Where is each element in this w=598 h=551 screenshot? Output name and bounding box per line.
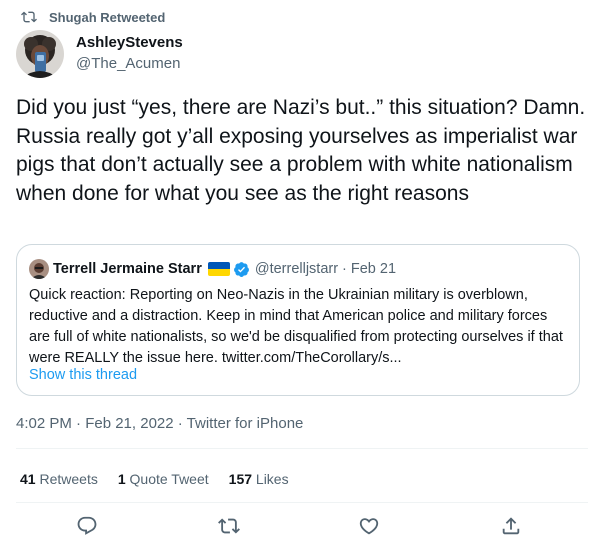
share-button[interactable] <box>500 515 522 537</box>
author-handle[interactable]: @The_Acumen <box>76 54 183 73</box>
ukraine-flag-icon <box>207 262 230 276</box>
quoted-author-avatar <box>29 259 49 279</box>
share-icon <box>502 517 520 535</box>
quoted-tweet-text: Quick reaction: Reporting on Neo-Nazis i… <box>29 287 563 366</box>
tweet-timestamp[interactable]: 4:02 PM · Feb 21, 2022 · Twitter for iPh… <box>16 414 303 434</box>
quoted-tweet-card[interactable]: Terrell Jermaine Starr @terrelljstarr · … <box>16 244 580 396</box>
quoted-tweet-date[interactable]: Feb 21 <box>351 261 396 277</box>
avatar[interactable] <box>16 30 64 78</box>
author-block[interactable]: AshleyStevens @The_Acumen <box>76 33 183 73</box>
retweets-label: Retweets <box>39 471 98 487</box>
verified-badge-icon <box>233 261 249 277</box>
retweets-count: 41 <box>20 471 36 487</box>
divider <box>16 448 588 449</box>
like-icon <box>359 518 379 535</box>
retweet-banner-text: Shugah Retweeted <box>49 9 166 25</box>
retweet-icon <box>218 518 240 534</box>
retweet-icon <box>21 11 37 23</box>
quoted-author-name: Terrell Jermaine Starr <box>53 261 202 277</box>
reply-button[interactable] <box>76 515 98 537</box>
likes-stat[interactable]: 157 Likes <box>229 470 289 488</box>
retweet-banner[interactable]: Shugah Retweeted <box>21 8 165 26</box>
separator-dot: · <box>342 261 347 277</box>
author-name[interactable]: AshleyStevens <box>76 33 183 52</box>
reply-icon <box>77 516 97 535</box>
divider <box>16 502 588 503</box>
show-thread-link[interactable]: Show this thread <box>29 365 137 385</box>
likes-label: Likes <box>255 471 289 487</box>
engagement-stats: 41 Retweets 1 Quote Tweet 157 Likes <box>20 470 309 488</box>
tweet-text: Did you just “yes, there are Nazi’s but.… <box>16 96 586 205</box>
quote-tweets-label: Quote Tweet <box>129 471 209 487</box>
retweets-stat[interactable]: 41 Retweets <box>20 470 98 488</box>
retweet-button[interactable] <box>218 515 240 537</box>
likes-count: 157 <box>228 471 253 487</box>
quote-tweets-count: 1 <box>117 471 126 487</box>
quoted-tweet-header: Terrell Jermaine Starr @terrelljstarr · … <box>29 259 396 279</box>
quote-tweets-stat[interactable]: 1 Quote Tweet <box>118 470 209 488</box>
quoted-author-handle: @terrelljstarr <box>254 261 339 277</box>
like-button[interactable] <box>358 515 380 537</box>
